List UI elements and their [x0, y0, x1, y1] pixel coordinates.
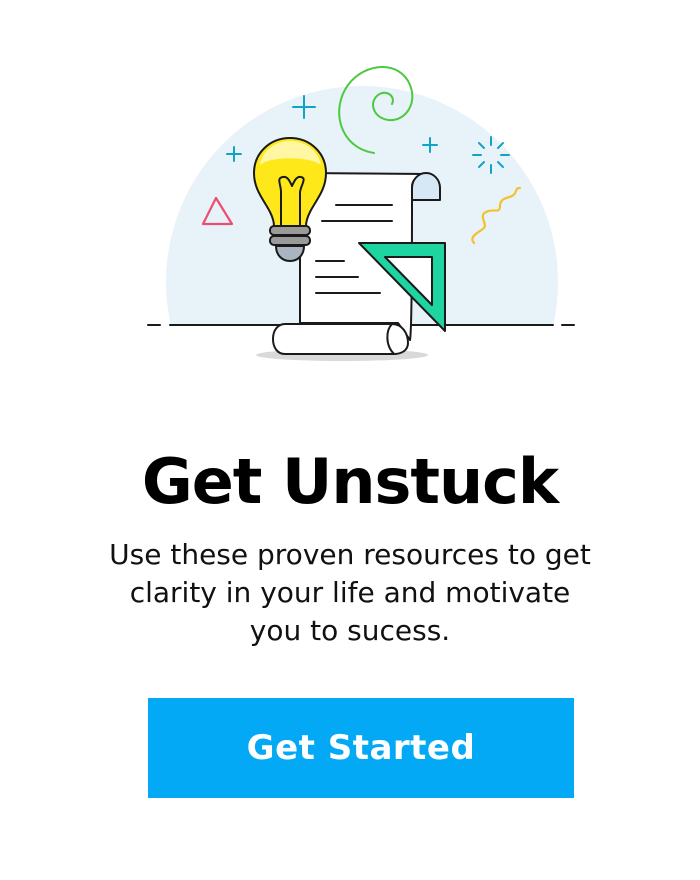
get-started-button[interactable]: Get Started — [148, 698, 574, 798]
illustration-svg — [147, 66, 575, 361]
hero-illustration — [0, 0, 700, 380]
page-title: Get Unstuck — [141, 445, 559, 518]
page-subtitle: Use these proven resources to get clarit… — [109, 538, 591, 647]
